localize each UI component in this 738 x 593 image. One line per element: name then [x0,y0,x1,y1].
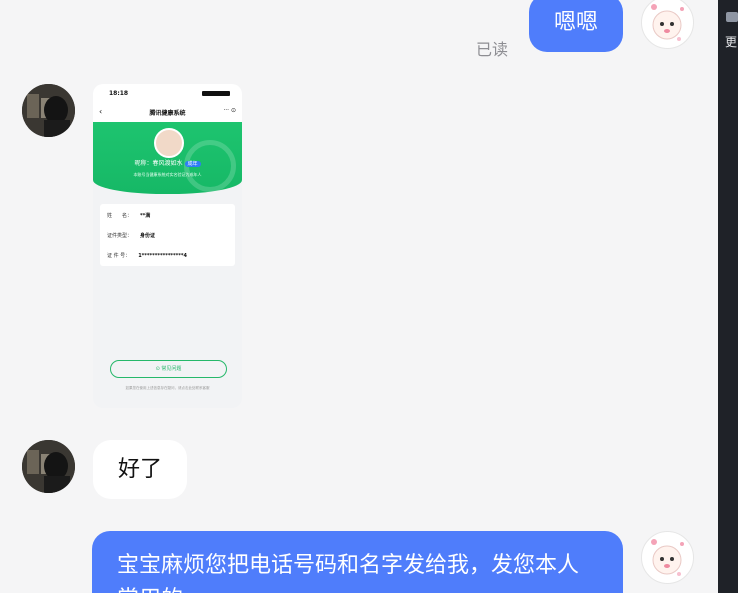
verification-desc: 本账号当健康系统对实名验证为成年人 [133,172,202,177]
side-rail: 更 [718,0,738,593]
phone-status-bar: 18:18 [93,84,242,104]
my-avatar[interactable] [641,531,694,584]
info-value: 身份证 [140,233,156,239]
info-label: 姓 名： [107,213,133,219]
profile-avatar [154,128,184,158]
info-value: **满 [140,213,151,219]
contact-avatar[interactable] [22,440,75,493]
chat-area: 已读 嗯嗯 18:18 ‹ 腾讯健康系统 ··· ⊙ 昵称：春风渡如水 成年 本… [0,0,718,593]
info-label: 证 件 号： [107,253,131,259]
info-label: 证件类型： [107,233,133,239]
read-status: 已读 [476,40,509,59]
cartoon-avatar-icon [651,539,684,576]
message-text-line2: 常用的 [117,583,623,593]
person-photo-icon [22,440,75,493]
signal-battery-icon [202,91,230,96]
faq-button: ⊙ 常见问题 [110,360,227,378]
cartoon-avatar-icon [651,4,684,41]
message-bubble-outgoing[interactable]: 嗯嗯 [529,0,623,52]
adult-tag: 成年 [184,161,201,167]
footer-note: 如果您在使用上述信息存在疑问，请点击此处联系客服 [125,386,210,390]
more-dots-icon[interactable] [726,12,738,22]
info-row: 证件类型： 身份证 [107,232,155,239]
info-row: 证 件 号： 1****************4 [107,252,187,259]
nickname-text: 昵称：春风渡如水 [134,160,183,167]
more-icon: ··· ⊙ [223,107,236,114]
info-value: 1****************4 [138,253,187,259]
contact-avatar[interactable] [22,84,75,137]
profile-header: 昵称：春风渡如水 成年 本账号当健康系统对实名验证为成年人 [93,122,242,194]
identity-card: 姓 名： **满 证件类型： 身份证 证 件 号： 1****************… [100,204,235,266]
more-label[interactable]: 更 [725,33,737,50]
screen-title: 腾讯健康系统 [149,110,186,117]
person-photo-icon [22,84,75,137]
message-bubble-incoming[interactable]: 好了 [93,440,187,499]
info-row: 姓 名： **满 [107,212,150,219]
nickname: 昵称：春风渡如水 成年 [93,158,242,167]
message-text-line1: 宝宝麻烦您把电话号码和名字发给我，发您本人 [117,553,580,578]
status-time: 18:18 [109,90,129,97]
phone-nav-bar: ‹ 腾讯健康系统 ··· ⊙ [93,104,242,122]
faq-label: 常见问题 [161,366,182,372]
message-bubble-outgoing[interactable]: 宝宝麻烦您把电话号码和名字发给我，发您本人 常用的 [92,531,623,593]
image-message-screenshot[interactable]: 18:18 ‹ 腾讯健康系统 ··· ⊙ 昵称：春风渡如水 成年 本账号当健康系统… [93,84,242,408]
my-avatar[interactable] [641,0,694,49]
